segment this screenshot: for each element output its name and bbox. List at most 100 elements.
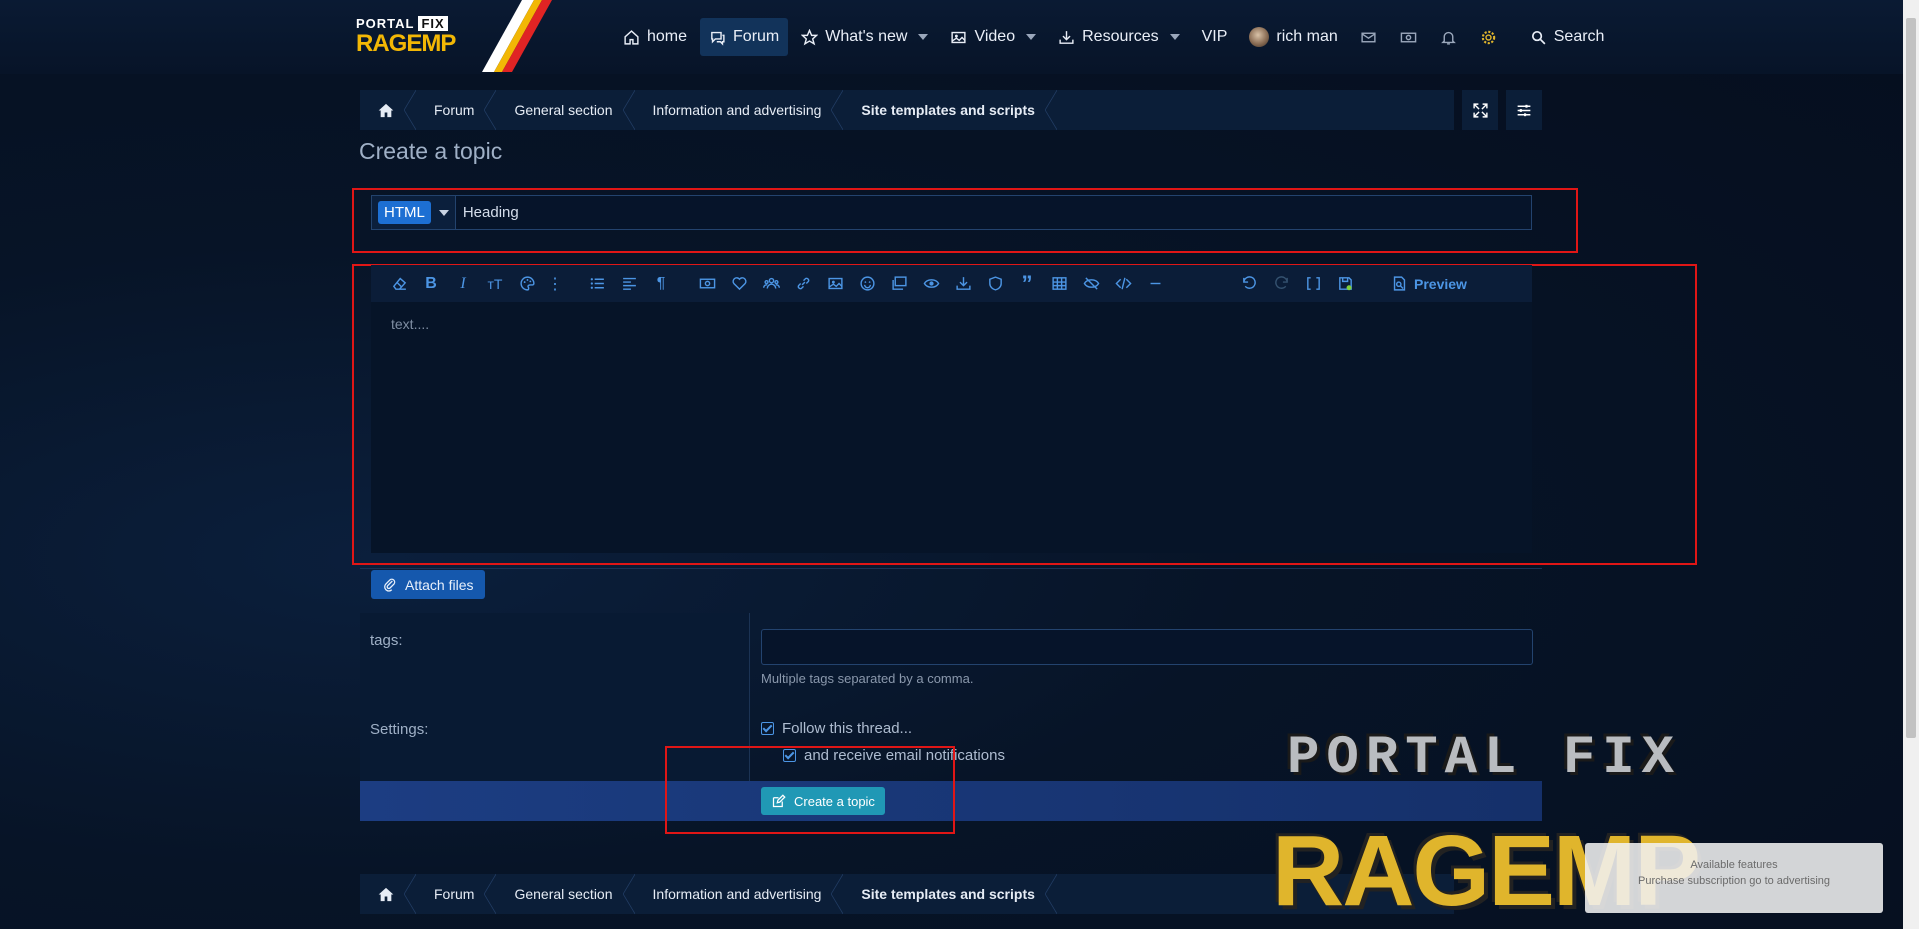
drafts-button[interactable] bbox=[1329, 275, 1361, 292]
align-left-icon bbox=[622, 277, 636, 290]
nav-video[interactable]: Video bbox=[941, 18, 1045, 56]
chevron-down-icon[interactable] bbox=[918, 34, 929, 40]
list-button[interactable] bbox=[581, 275, 613, 292]
redo-button[interactable] bbox=[1265, 275, 1297, 292]
undo-button[interactable] bbox=[1233, 275, 1265, 292]
bold-icon: B bbox=[425, 274, 437, 292]
alerts-button[interactable] bbox=[1431, 18, 1467, 56]
notice-line-1: Available features bbox=[1690, 859, 1778, 871]
insert-group-button[interactable] bbox=[755, 275, 787, 292]
insert-money-button[interactable] bbox=[691, 275, 723, 292]
logo-text-top: PORTAL bbox=[356, 16, 415, 31]
breadcrumb-information-advertising[interactable]: Information and advertising bbox=[635, 874, 844, 914]
subscription-notice[interactable]: Available features Purchase subscription… bbox=[1585, 843, 1883, 913]
chevron-down-icon[interactable] bbox=[1169, 34, 1180, 40]
logo-text-bottom: RAGEMP bbox=[356, 30, 456, 57]
list-icon bbox=[590, 278, 604, 289]
nav-forum-label: Forum bbox=[733, 28, 780, 45]
preview-button[interactable]: Preview bbox=[1391, 275, 1467, 292]
follow-thread-checkbox[interactable]: Follow this thread... bbox=[761, 720, 912, 737]
insert-like-button[interactable] bbox=[723, 275, 755, 292]
eye-icon bbox=[923, 279, 939, 288]
insert-hide-button[interactable] bbox=[1075, 275, 1107, 292]
breadcrumb-general-section[interactable]: General section bbox=[496, 874, 635, 914]
insert-quote-button[interactable]: ” bbox=[1011, 271, 1043, 297]
money-icon bbox=[699, 278, 715, 289]
highlight-submit bbox=[665, 746, 955, 834]
user-name: rich man bbox=[1276, 28, 1338, 45]
breadcrumb-site-templates[interactable]: Site templates and scripts bbox=[843, 90, 1057, 130]
nav-home-label: home bbox=[647, 28, 688, 45]
shield-icon bbox=[988, 276, 1002, 291]
paragraph-button[interactable]: ¶ bbox=[645, 275, 677, 293]
home-icon bbox=[378, 103, 394, 117]
balance-button[interactable] bbox=[1391, 18, 1427, 56]
attach-files-button[interactable]: Attach files bbox=[371, 570, 486, 599]
image-icon bbox=[951, 31, 967, 43]
bold-button[interactable]: B bbox=[415, 275, 447, 293]
nav-resources[interactable]: Resources bbox=[1049, 18, 1188, 56]
insert-spoiler-button[interactable] bbox=[915, 275, 947, 292]
user-menu[interactable]: rich man bbox=[1240, 18, 1346, 56]
nav-forum[interactable]: Forum bbox=[700, 18, 789, 56]
breadcrumb-forum[interactable]: Forum bbox=[416, 874, 497, 914]
insert-image-button[interactable] bbox=[819, 275, 851, 292]
breadcrumb-home[interactable] bbox=[360, 90, 416, 130]
clear-format-button[interactable] bbox=[383, 275, 415, 292]
toggle-bbcode-button[interactable] bbox=[1297, 275, 1329, 292]
breadcrumb-forum[interactable]: Forum bbox=[416, 90, 497, 130]
insert-hr-button[interactable] bbox=[1139, 275, 1171, 292]
nav-whats-new[interactable]: What's new bbox=[792, 18, 937, 56]
quote-icon: ” bbox=[1021, 270, 1033, 296]
nav-vip[interactable]: VIP bbox=[1193, 18, 1237, 56]
editor-content-area[interactable]: text.... bbox=[371, 302, 1532, 553]
logo-stripes-decoration bbox=[482, 0, 552, 72]
text-size-icon: тT bbox=[487, 275, 503, 292]
avatar bbox=[1249, 27, 1270, 47]
insert-table-button[interactable] bbox=[1043, 275, 1075, 292]
paragraph-icon: ¶ bbox=[656, 274, 666, 292]
form-divider bbox=[360, 568, 1542, 569]
editor-toolbar: B I тT ⋮ ¶ ” Preview bbox=[371, 265, 1532, 302]
thread-title-input[interactable] bbox=[455, 196, 1531, 229]
insert-code-button[interactable] bbox=[1107, 275, 1139, 292]
envelope-icon bbox=[1361, 32, 1376, 42]
more-options-button[interactable]: ⋮ bbox=[543, 274, 567, 294]
insert-smilie-button[interactable] bbox=[851, 275, 883, 292]
chevron-down-icon[interactable] bbox=[1026, 34, 1037, 40]
inbox-button[interactable] bbox=[1351, 18, 1387, 56]
settings-sliders-button[interactable] bbox=[1506, 90, 1542, 130]
page-title: Create a topic bbox=[359, 138, 503, 164]
scrollbar-thumb[interactable] bbox=[1906, 18, 1916, 738]
smile-icon bbox=[859, 276, 875, 291]
italic-icon: I bbox=[460, 274, 466, 292]
italic-button[interactable]: I bbox=[447, 275, 479, 293]
align-button[interactable] bbox=[613, 275, 645, 292]
gear-icon bbox=[1482, 30, 1496, 44]
site-logo[interactable]: PORTAL FIX RAGEMP bbox=[356, 16, 472, 57]
style-chooser-button[interactable] bbox=[1471, 18, 1507, 56]
attach-files-label: Attach files bbox=[405, 576, 474, 593]
nav-video-label: Video bbox=[974, 28, 1016, 45]
search-button[interactable]: Search bbox=[1521, 18, 1614, 56]
breadcrumb-information-advertising[interactable]: Information and advertising bbox=[635, 90, 844, 130]
font-size-button[interactable]: тT bbox=[479, 276, 511, 292]
search-label: Search bbox=[1553, 28, 1605, 45]
fullscreen-button[interactable] bbox=[1462, 90, 1498, 130]
breadcrumb-site-templates[interactable]: Site templates and scripts bbox=[843, 874, 1057, 914]
breadcrumb-general-section[interactable]: General section bbox=[496, 90, 635, 130]
color-button[interactable] bbox=[511, 275, 543, 292]
insert-gallery-button[interactable] bbox=[883, 275, 915, 292]
prefix-selector[interactable]: HTML bbox=[372, 196, 456, 229]
image-icon bbox=[827, 277, 843, 290]
table-icon bbox=[1051, 277, 1067, 290]
tags-input[interactable] bbox=[761, 629, 1533, 665]
insert-protected-button[interactable] bbox=[979, 275, 1011, 292]
download-icon bbox=[1059, 30, 1074, 44]
preview-icon bbox=[1393, 276, 1406, 291]
insert-download-button[interactable] bbox=[947, 275, 979, 292]
nav-home[interactable]: home bbox=[614, 18, 696, 56]
insert-link-button[interactable] bbox=[787, 275, 819, 292]
preview-label: Preview bbox=[1414, 275, 1467, 292]
breadcrumb-home[interactable] bbox=[360, 874, 416, 914]
